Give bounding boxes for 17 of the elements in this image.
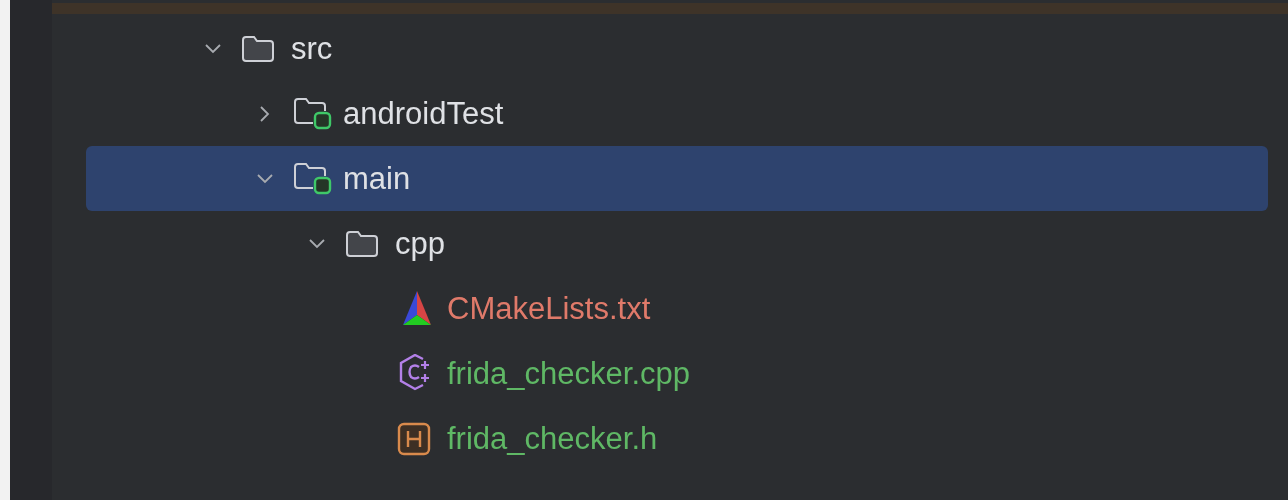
item-name: main [343,160,411,197]
tree-item[interactable]: cpp [86,211,1268,276]
item-name: src [291,30,333,67]
header-file-icon [397,421,431,456]
item-name: androidTest [343,95,504,132]
item-name: cpp [395,225,445,262]
tree-item[interactable]: androidTest [86,81,1268,146]
item-name: frida_checker.cpp [447,355,690,392]
item-name: CMakeLists.txt [447,290,651,327]
tree-item[interactable]: main [86,146,1268,211]
folder-icon [345,229,379,258]
folder-icon [241,34,275,63]
item-name: frida_checker.h [447,420,658,457]
tree-item[interactable]: frida_checker.h [86,406,1268,471]
tree-item[interactable]: CMakeLists.txt [86,276,1268,341]
tree-item[interactable]: src [86,16,1268,81]
tree-item[interactable]: frida_checker.cpp [86,341,1268,406]
